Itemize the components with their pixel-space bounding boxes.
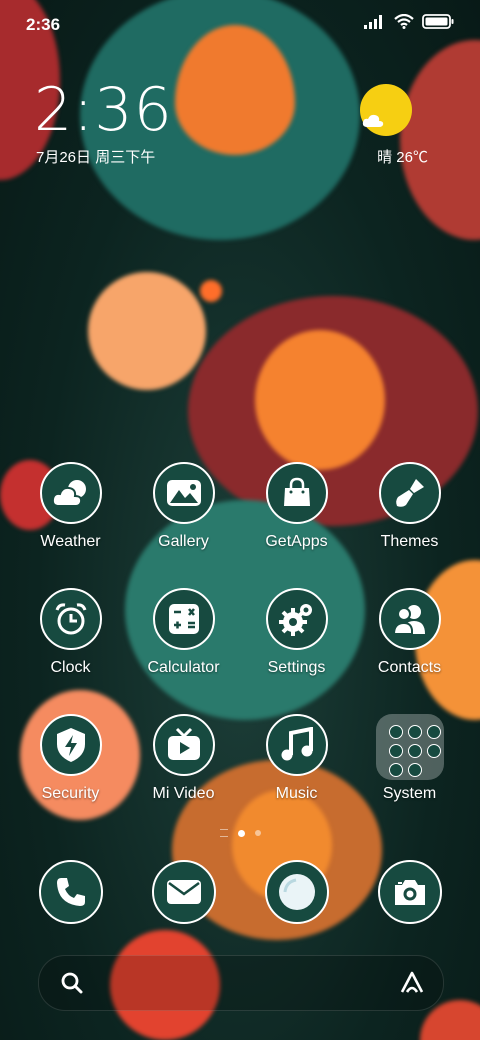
paintbrush-icon bbox=[378, 462, 441, 524]
app-label: Calculator bbox=[147, 659, 220, 676]
gallery-icon bbox=[152, 462, 215, 524]
contacts-icon bbox=[378, 588, 441, 650]
app-gallery[interactable]: Gallery bbox=[127, 462, 240, 588]
app-clock[interactable]: Clock bbox=[14, 588, 127, 714]
dock-browser[interactable] bbox=[240, 860, 353, 926]
clock-widget-date: 7月26日 周三下午 bbox=[36, 149, 156, 166]
app-label: Settings bbox=[267, 659, 326, 676]
weather-icon bbox=[39, 462, 102, 524]
app-label: Contacts bbox=[377, 659, 442, 676]
app-label: GetApps bbox=[265, 533, 328, 550]
mini-app-icon bbox=[388, 763, 403, 777]
app-settings[interactable]: Settings bbox=[240, 588, 353, 714]
folder-icon bbox=[375, 714, 444, 780]
app-system-folder[interactable]: System bbox=[353, 714, 466, 840]
page-dot bbox=[254, 830, 261, 836]
dock-messages[interactable] bbox=[127, 860, 240, 926]
app-grid: Weather Gallery GetApps Themes Clock Cal… bbox=[14, 462, 466, 840]
search-icon bbox=[61, 972, 83, 994]
mini-app-icon bbox=[407, 744, 422, 758]
status-bar: 2:36 bbox=[0, 0, 480, 50]
shopping-bag-icon bbox=[265, 462, 328, 524]
shield-bolt-icon bbox=[39, 714, 102, 776]
mini-app-icon bbox=[426, 725, 441, 739]
alarm-clock-icon bbox=[39, 588, 102, 650]
music-note-icon bbox=[265, 714, 328, 776]
assistant-icon[interactable] bbox=[399, 970, 425, 994]
app-security[interactable]: Security bbox=[14, 714, 127, 840]
app-label: Themes bbox=[380, 533, 439, 550]
mail-icon bbox=[151, 860, 216, 924]
page-indicator[interactable] bbox=[0, 829, 480, 837]
weather-text: 晴 26℃ bbox=[377, 149, 428, 166]
phone-icon bbox=[38, 860, 103, 924]
mini-app-icon bbox=[407, 763, 422, 777]
cloud-icon bbox=[362, 114, 384, 127]
app-label: Mi Video bbox=[152, 785, 215, 802]
wifi-icon bbox=[394, 14, 414, 29]
gears-icon bbox=[265, 588, 328, 650]
app-label: Security bbox=[41, 785, 100, 802]
battery-icon bbox=[422, 14, 454, 29]
app-themes[interactable]: Themes bbox=[353, 462, 466, 588]
app-weather[interactable]: Weather bbox=[14, 462, 127, 588]
drawer-indicator-icon bbox=[219, 829, 228, 837]
app-music[interactable]: Music bbox=[240, 714, 353, 840]
app-label: System bbox=[382, 785, 437, 802]
app-label: Music bbox=[275, 785, 318, 802]
dock-camera[interactable] bbox=[353, 860, 466, 926]
app-calculator[interactable]: Calculator bbox=[127, 588, 240, 714]
app-getapps[interactable]: GetApps bbox=[240, 462, 353, 588]
app-label: Clock bbox=[50, 659, 91, 676]
app-contacts[interactable]: Contacts bbox=[353, 588, 466, 714]
calculator-icon bbox=[152, 588, 215, 650]
app-label: Gallery bbox=[158, 533, 209, 550]
dock bbox=[14, 860, 466, 926]
search-bar[interactable] bbox=[38, 955, 444, 1011]
camera-icon bbox=[377, 860, 442, 924]
browser-icon bbox=[264, 860, 329, 924]
app-mi-video[interactable]: Mi Video bbox=[127, 714, 240, 840]
clock-widget-time[interactable]: 2:36 bbox=[34, 78, 173, 142]
mini-app-icon bbox=[407, 725, 422, 739]
status-time: 2:36 bbox=[26, 15, 61, 34]
app-label: Weather bbox=[40, 533, 101, 550]
signal-icon bbox=[364, 14, 382, 29]
mini-app-icon bbox=[388, 725, 403, 739]
mini-app-icon bbox=[388, 744, 403, 758]
page-dot-active bbox=[237, 829, 245, 837]
dock-phone[interactable] bbox=[14, 860, 127, 926]
sun-icon bbox=[360, 84, 412, 136]
tv-play-icon bbox=[152, 714, 215, 776]
mini-app-icon bbox=[426, 744, 441, 758]
